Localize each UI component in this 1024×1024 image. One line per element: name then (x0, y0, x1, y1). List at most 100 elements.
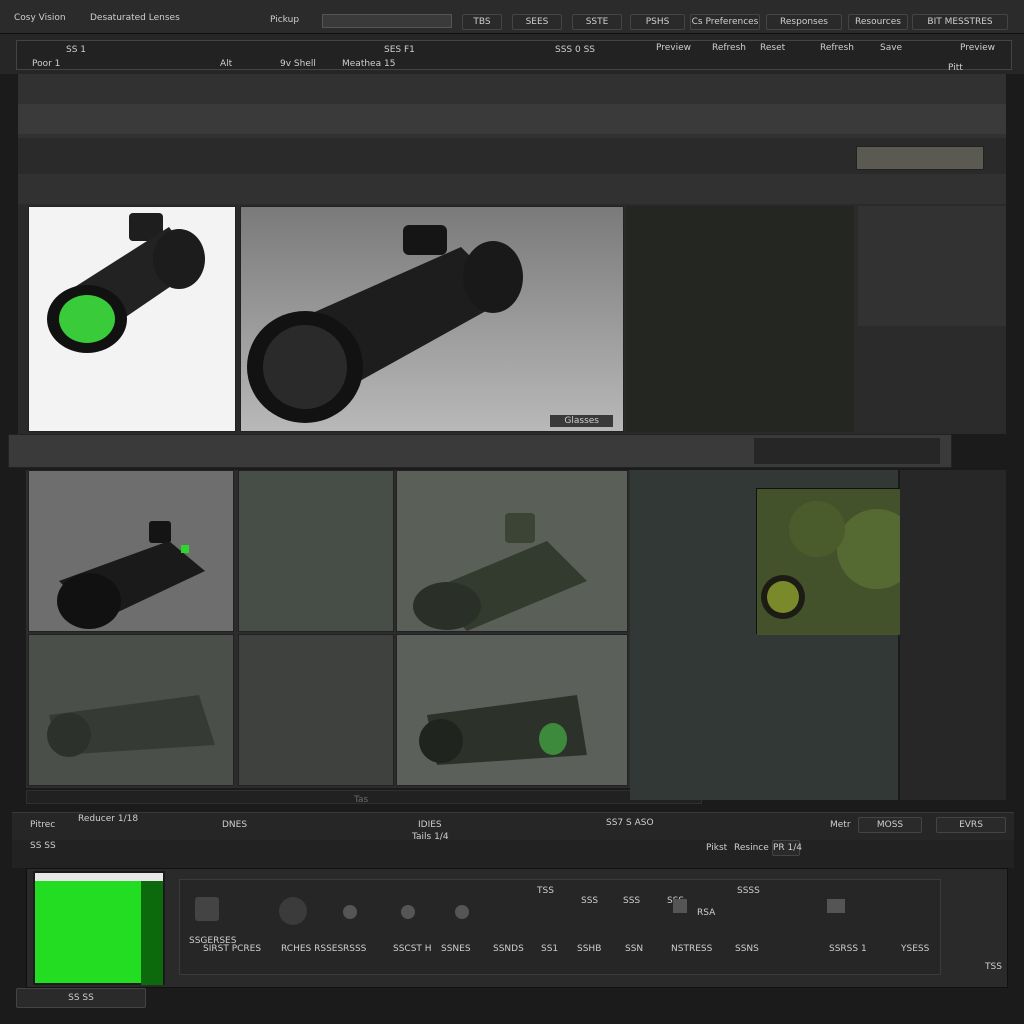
status-left: Pitrec (30, 820, 56, 830)
status-mid-2: IDIES (418, 820, 442, 830)
bottom-right-small: TSS (985, 962, 1002, 972)
header-thumbnail[interactable] (856, 146, 984, 170)
status-right-2: Metr (830, 820, 851, 830)
bottom-small-0: TSS (537, 886, 554, 896)
gallery-thumb-2[interactable] (238, 470, 394, 632)
tab-0[interactable]: TBS (462, 14, 502, 30)
toolbar-sub-0[interactable]: Poor 1 (32, 58, 60, 70)
bottom-small-1: SSS (581, 896, 599, 906)
bottom-row-frame (179, 879, 941, 975)
scope-icon (47, 213, 205, 353)
bottom-label-8: SSHB (577, 944, 602, 954)
toolbar-item-7[interactable]: Save (880, 42, 902, 54)
status-bar: Pitrec Reducer 1/18 DNES IDIES Tails 1/4… (12, 812, 1014, 842)
toolbar-item-0[interactable]: SS 1 (66, 44, 86, 56)
scope-thumbnail-white[interactable] (28, 206, 236, 432)
toolbar-frame (16, 40, 1012, 70)
forest-panel[interactable] (626, 206, 1006, 432)
gallery-thumb-6[interactable] (396, 634, 628, 786)
preview-caption: Glasses (550, 415, 613, 427)
swatch-topbar (35, 873, 163, 881)
tab-5[interactable]: Responses (766, 14, 842, 30)
bottom-label-1: SIRST PCRES (203, 944, 262, 954)
menu-item-lenses[interactable]: Desaturated Lenses (90, 12, 180, 24)
mode-button[interactable]: EVRS (936, 817, 1006, 833)
mode-field[interactable]: MOSS (858, 817, 922, 833)
scope-large-icon (241, 207, 623, 431)
scope-thumb-dark-icon (47, 695, 215, 757)
subbar-left: SS SS (30, 841, 56, 851)
toolbar-item-3[interactable]: Preview (656, 42, 691, 54)
tab-3[interactable]: PSHS (630, 14, 685, 30)
bottom-label-7: SS1 (541, 944, 559, 954)
toolbar-sub-2[interactable]: 9v Shell (280, 58, 316, 70)
toolbar-item-5[interactable]: Reset (760, 42, 785, 54)
sub-bar: SS SS Pikst Resince PR 1/4 (12, 840, 1014, 868)
tab-2[interactable]: SSTE (572, 14, 622, 30)
title-search-field[interactable] (322, 14, 452, 28)
tab-7[interactable]: BIT MESSTRES (912, 14, 1008, 30)
menu-item-vision[interactable]: Cosy Vision (14, 12, 66, 24)
gallery-thumb-5[interactable] (238, 634, 394, 786)
toolbar-item-1[interactable]: SES F1 (384, 44, 415, 56)
bottom-label-10: NSTRESS (671, 944, 713, 954)
knob-icon-1[interactable] (343, 905, 357, 919)
forest-image (626, 206, 854, 432)
bottom-label-3: RSSS (343, 944, 367, 954)
scope-thumb-olive-icon (413, 513, 587, 631)
bottom-label-12: SSRSS 1 (829, 944, 867, 954)
bottom-label-13: YSESS (901, 944, 930, 954)
gallery-thumb-4[interactable] (28, 634, 234, 786)
tab-1[interactable]: SEES (512, 14, 562, 30)
toggle-icon-2[interactable] (279, 897, 307, 925)
tab-6[interactable]: Resources (848, 14, 908, 30)
status-left-2: Reducer 1/18 (78, 814, 139, 824)
subbar-right-2[interactable]: Resince (734, 842, 769, 854)
gallery-grid (26, 470, 630, 788)
gallery-thumb-3[interactable] (396, 470, 628, 632)
toolbar: SS 1 SES F1 SSS 0 SS Preview Refresh Res… (0, 34, 1024, 74)
knob-icon-3[interactable] (455, 905, 469, 919)
forest-side (858, 206, 1006, 326)
subbar-right-3[interactable]: PR 1/4 (772, 840, 802, 856)
bottom-label-9: SSN (625, 944, 644, 954)
right-dark-column (900, 470, 1006, 800)
menu-item-pickup[interactable]: Pickup (270, 14, 299, 26)
tab-4[interactable]: Cs Preferences (690, 14, 760, 30)
status-right-1: SS7 S ASO (606, 818, 654, 828)
green-swatch[interactable] (33, 871, 165, 985)
bottom-label-5: SSNES (441, 944, 471, 954)
toolbar-item-4[interactable]: Refresh (712, 42, 746, 54)
toolbar-item-8[interactable]: Preview (960, 42, 995, 54)
toolbar-sub-4[interactable]: Pitt (948, 62, 963, 74)
divider-bar-right (754, 438, 940, 464)
lock-icon[interactable] (673, 899, 687, 913)
bottom-label-6: SSNDS (493, 944, 524, 954)
knob-icon-2[interactable] (401, 905, 415, 919)
header-strip-1 (18, 104, 1006, 134)
toolbar-sub-3[interactable]: Meathea 15 (342, 58, 395, 70)
toolbar-item-2[interactable]: SSS 0 SS (555, 44, 595, 56)
menu-bar: Cosy Vision Desaturated Lenses Pickup TB… (0, 0, 1024, 34)
viewer-region: Glasses (18, 204, 1006, 434)
bottom-left-button[interactable]: SS SS (16, 988, 146, 1008)
toggle-icon-1[interactable] (195, 897, 219, 921)
bottom-small-2: SSS (623, 896, 641, 906)
scope-thumb-green-icon (419, 695, 587, 765)
subbar-right-1[interactable]: Pikst (706, 842, 727, 854)
bottom-label-11: SSNS (735, 944, 759, 954)
toolbar-sub-1[interactable]: Alt (220, 58, 232, 70)
status-mid-1: DNES (222, 820, 248, 830)
bottom-small-5: SSSS (737, 886, 760, 896)
folder-icon[interactable] (827, 899, 845, 913)
swatch-edge (141, 881, 163, 985)
scope-preview-large[interactable]: Glasses (240, 206, 624, 432)
scope-thumb-icon (57, 521, 205, 629)
gallery-footer-bar[interactable] (26, 790, 702, 804)
toolbar-item-6[interactable]: Refresh (820, 42, 854, 54)
bottom-panel: TSS SSS SSS SSS RSA SSSS SSGERSES SIRST … (26, 868, 1008, 988)
bottom-label-4: SSCST H (393, 944, 432, 954)
gallery-thumb-1[interactable] (28, 470, 234, 632)
header-panel (18, 74, 1006, 204)
bottom-label-2: RCHES RSSES (281, 944, 344, 954)
